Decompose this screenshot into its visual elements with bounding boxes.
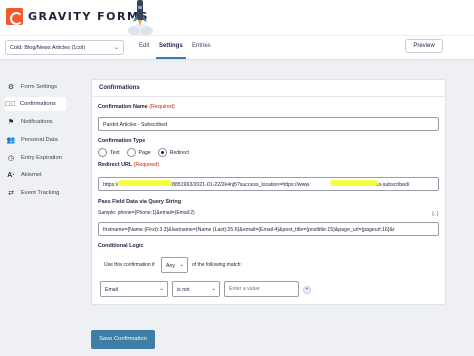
label-text: Confirmation Name [98,104,148,110]
radio-label: Redirect [169,149,189,156]
sidebar-item-confirmations[interactable]: ✓⃝ Confirmations [5,97,66,111]
query-string-input[interactable]: firstname={Name (First):3.3}&lastname={N… [98,222,439,236]
sidebar-item-label: Akismet [21,172,42,178]
required-indicator: (Required) [149,104,175,110]
radio-label: Text [110,149,120,156]
query-string-label: Pass Field Data via Query String [98,199,181,205]
sidebar-item-entry-expiration[interactable]: ◷ Entry Expiration [6,151,66,165]
active-tab-indicator [156,57,186,59]
chevron-down-icon: ⌄ [211,286,216,292]
chevron-down-icon: ⌄ [159,286,164,292]
rocket-illustration-icon [128,0,153,35]
tab-settings[interactable]: Settings [159,43,183,49]
radio-label: Page [138,149,151,156]
sidebar-item-form-settings[interactable]: ⚙ Form Settings [6,80,66,94]
confirmation-name-label: Confirmation Name (Required) [98,104,175,110]
required-indicator: (Required) [133,162,160,168]
chevron-down-icon: ⌄ [179,262,184,268]
rule-field-select[interactable]: Email ⌄ [100,281,168,297]
conditional-logic-label: Conditional Logic [98,243,144,249]
sidebar-item-label: Personal Data [21,137,58,143]
users-icon: 👥 [6,137,16,144]
flag-icon: ⚑ [7,119,15,126]
redacted-highlight [330,180,378,186]
panel-title: Confirmations [92,80,445,97]
url-part-start: https:// [103,181,119,188]
sidebar-item-label: Entry Expiration [21,155,62,161]
form-switcher-select[interactable]: Cold: Blog/News Articles (1col) ⌄ [5,40,124,55]
rule-operator-select[interactable]: is not ⌄ [172,281,220,297]
confirmation-type-radios: Text Page Redirect [98,148,196,157]
form-switcher-value: Cold: Blog/News Articles (1col) [10,45,86,51]
akismet-icon: A· [7,171,15,179]
radio-circle-checked [157,148,167,157]
radio-redirect[interactable]: Redirect [157,148,189,157]
redacted-highlight [118,180,172,186]
sidebar-item-label: Notifications [21,119,53,125]
save-confirmation-button[interactable]: Save Confirmation [91,330,155,349]
tab-entries[interactable]: Entries [192,43,211,49]
logic-suffix-text: of the following match: [192,262,242,268]
add-rule-button[interactable]: + [303,286,311,294]
radio-circle [126,148,136,157]
label-text: Redirect URL [98,162,133,168]
merge-tag-button[interactable]: {..} [432,211,439,217]
radio-page[interactable]: Page [126,148,151,157]
confirmation-name-input[interactable]: Pardot Articles - Subscribed [98,117,439,131]
logic-match-select[interactable]: Any ⌄ [161,257,188,273]
url-part-mid: /8851963/2021-01-22/2k4nj5?success_locat… [170,181,311,188]
sidebar-item-akismet[interactable]: A· Akismet [6,168,66,182]
logic-match-value: Any [166,262,175,269]
redirect-url-label: Redirect URL (Required) [98,162,159,168]
sidebar-item-label: Form Settings [21,84,58,90]
check-circle-icon: ✓⃝ [5,100,16,108]
chevron-down-icon: ⌄ [113,45,119,51]
confirmation-type-label: Confirmation Type [98,138,146,144]
confirmations-panel: Confirmations [91,79,446,305]
gravity-forms-logo-icon [6,8,23,25]
sidebar-item-personal-data[interactable]: 👥 Personal Data [6,133,66,147]
top-bar: GRAVITY FORMS [0,0,474,35]
preview-button[interactable]: Preview [405,39,443,53]
gear-icon: ⚙ [7,84,15,91]
sidebar-item-label: Event Tracking [21,190,60,196]
sidebar-item-event-tracking[interactable]: ⇄ Event Tracking [6,186,66,200]
sidebar-item-label: Confirmations [20,101,56,107]
rule-field-value: Email [105,286,118,293]
sidebar-item-notifications[interactable]: ⚑ Notifications [6,115,66,129]
rule-value-input[interactable] [224,281,299,297]
clock-icon: ◷ [7,155,15,162]
rule-operator-value: is not [177,286,190,293]
radio-circle [98,148,107,157]
tab-edit[interactable]: Edit [139,43,149,49]
radio-text[interactable]: Text [98,148,120,157]
query-sample-text: Sample: phone={Phone:1}&email={Email:2} [98,210,195,216]
logic-prefix-text: Use this confirmation if [104,262,155,268]
event-tracking-icon: ⇄ [8,190,14,197]
